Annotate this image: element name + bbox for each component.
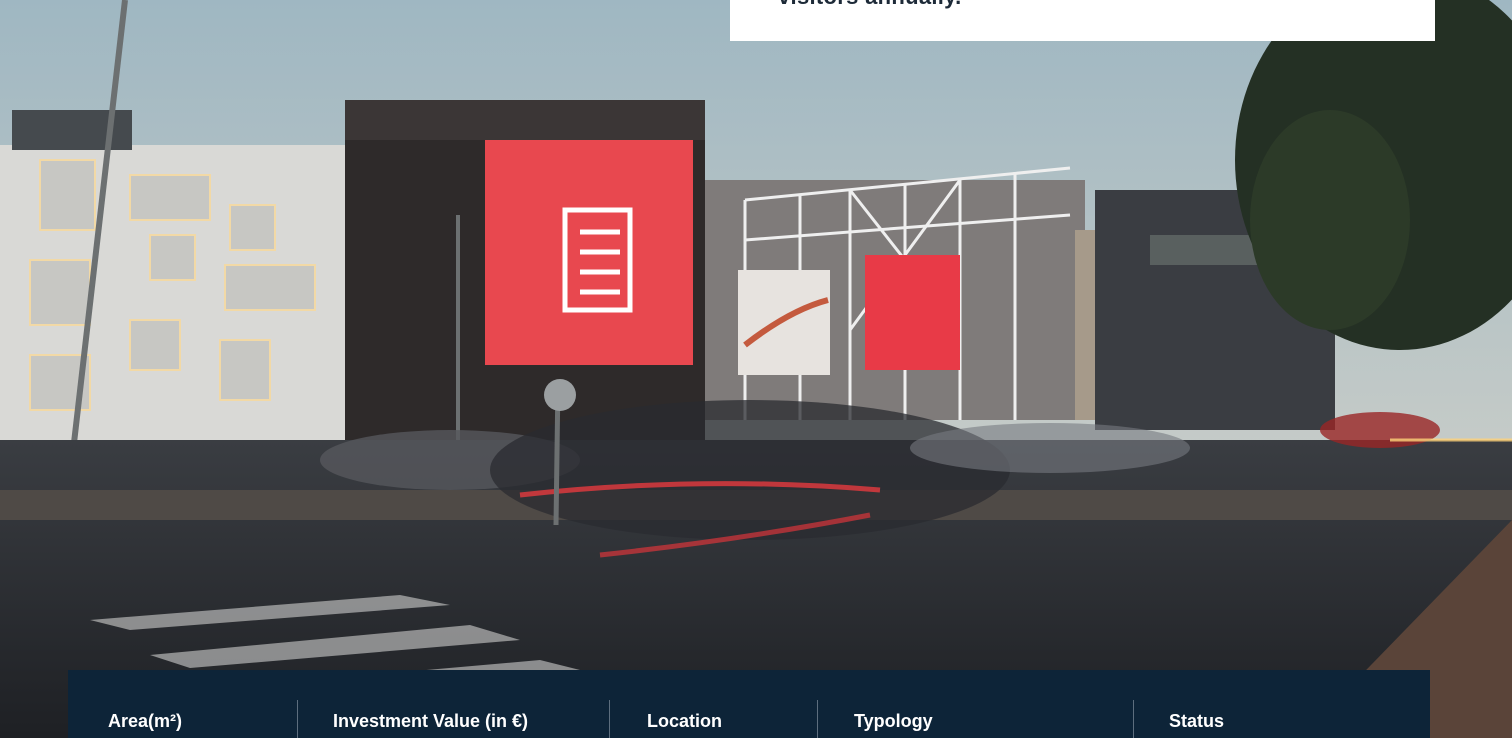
stat-area: Area(m²) — [68, 670, 298, 738]
project-stats-bar: Area(m²) Investment Value (in €) Locatio… — [68, 670, 1430, 738]
hero-image — [0, 0, 1512, 738]
stat-status: Status — [1129, 670, 1429, 738]
stat-typology: Typology — [814, 670, 1132, 738]
stat-investment-value: Investment Value (in €) — [293, 670, 608, 738]
stat-status-label: Status — [1169, 711, 1225, 731]
stat-typology-label: Typology — [854, 711, 933, 731]
description-card: visitors annually. — [730, 0, 1435, 41]
stat-area-label: Area(m²) — [108, 711, 183, 731]
description-text: visitors annually. — [778, 0, 962, 10]
stat-location: Location — [607, 670, 817, 738]
hero-photo — [0, 0, 1512, 738]
stat-investment-value-label: Investment Value (in €) — [333, 711, 529, 731]
stat-location-label: Location — [647, 711, 722, 731]
